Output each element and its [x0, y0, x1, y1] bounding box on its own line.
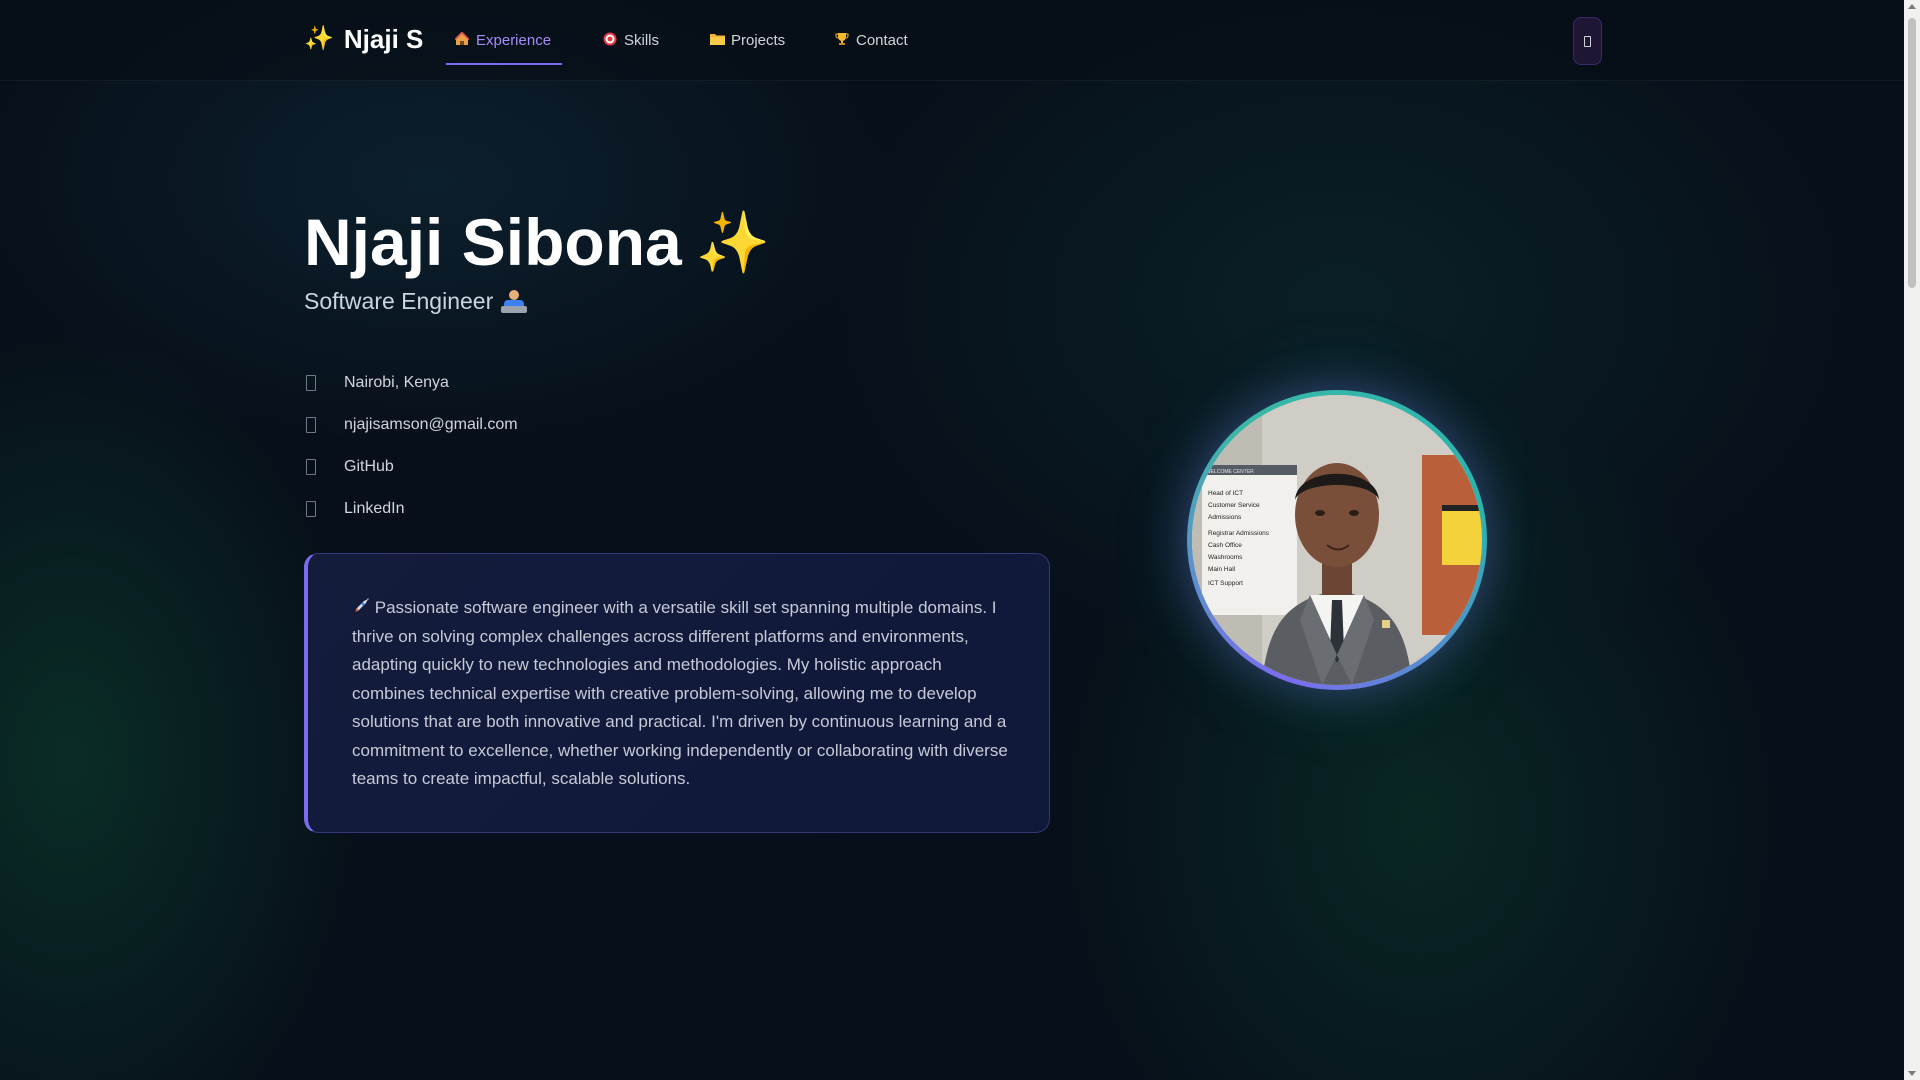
- rocket-icon: [352, 598, 375, 617]
- hero-role-text: Software Engineer: [304, 288, 494, 314]
- scrollbar-thumb[interactable]: [1908, 18, 1916, 288]
- nav-contact[interactable]: Contact: [826, 26, 916, 54]
- bio-text: Passionate software engineer with a vers…: [352, 598, 1008, 788]
- contact-github[interactable]: GitHub: [304, 446, 518, 488]
- nav-skills[interactable]: Skills: [594, 26, 667, 54]
- trophy-icon: [834, 32, 850, 49]
- top-navbar: ✨ Njaji S Experience Skills Projects Con…: [0, 0, 1904, 81]
- nav-projects[interactable]: Projects: [701, 26, 793, 54]
- hero-name: Njaji Sibona ✨: [304, 204, 770, 280]
- moon-icon: [1584, 35, 1591, 47]
- contact-location-text: Nairobi, Kenya: [344, 374, 449, 391]
- profile-photo-frame: WELCOME CENTER Head of ICT Customer Serv…: [1187, 390, 1487, 690]
- sign-line: Main Hall: [1208, 566, 1236, 573]
- bio-card: Passionate software engineer with a vers…: [304, 553, 1050, 833]
- sign-line: ICT Support: [1208, 580, 1243, 587]
- sign-line: WELCOME CENTER: [1206, 469, 1254, 475]
- nav-contact-label: Contact: [856, 31, 908, 49]
- sign-line: Customer Service: [1208, 502, 1260, 509]
- sparkles-icon: ✨: [304, 25, 334, 52]
- scroll-up-icon[interactable]: [1908, 4, 1916, 9]
- contact-github-text[interactable]: GitHub: [344, 458, 394, 476]
- target-icon: [602, 32, 618, 49]
- technologist-icon: [501, 289, 528, 314]
- nav-projects-label: Projects: [731, 31, 786, 49]
- github-icon: [306, 459, 316, 475]
- active-tab-indicator: [446, 63, 562, 65]
- linkedin-icon: [306, 501, 316, 517]
- house-icon: [454, 30, 470, 49]
- sign-line: Registrar Admissions: [1208, 530, 1270, 537]
- nav-skills-label: Skills: [624, 31, 660, 49]
- sparkles-icon: ✨: [695, 208, 771, 276]
- nav-experience[interactable]: Experience: [446, 26, 559, 54]
- brand-logo[interactable]: ✨ Njaji S: [304, 24, 423, 54]
- sign-line: Washrooms: [1208, 554, 1243, 561]
- hero-role: Software Engineer: [304, 288, 528, 315]
- hero-name-text: Njaji Sibona: [304, 205, 682, 279]
- sign-line: Head of ICT: [1208, 490, 1243, 497]
- location-icon: [306, 375, 316, 391]
- scroll-down-icon[interactable]: [1908, 1071, 1916, 1076]
- contact-linkedin[interactable]: LinkedIn: [304, 488, 518, 530]
- theme-toggle-button[interactable]: [1573, 17, 1602, 65]
- contact-linkedin-text[interactable]: LinkedIn: [344, 500, 405, 518]
- contact-location: Nairobi, Kenya: [304, 362, 518, 404]
- brand-name: Njaji S: [343, 24, 424, 54]
- folder-icon: [709, 32, 725, 48]
- sign-line: Admissions: [1208, 514, 1242, 521]
- sign-line: Cash Office: [1208, 542, 1242, 549]
- profile-photo: WELCOME CENTER Head of ICT Customer Serv…: [1192, 395, 1482, 685]
- contact-email-text[interactable]: njajisamson@gmail.com: [344, 416, 518, 434]
- email-icon: [306, 417, 316, 433]
- contact-email[interactable]: njajisamson@gmail.com: [304, 404, 518, 446]
- nav-experience-label: Experience: [476, 31, 552, 49]
- page-scrollbar[interactable]: [1904, 0, 1920, 1080]
- contact-list: Nairobi, Kenya njajisamson@gmail.com Git…: [304, 362, 518, 530]
